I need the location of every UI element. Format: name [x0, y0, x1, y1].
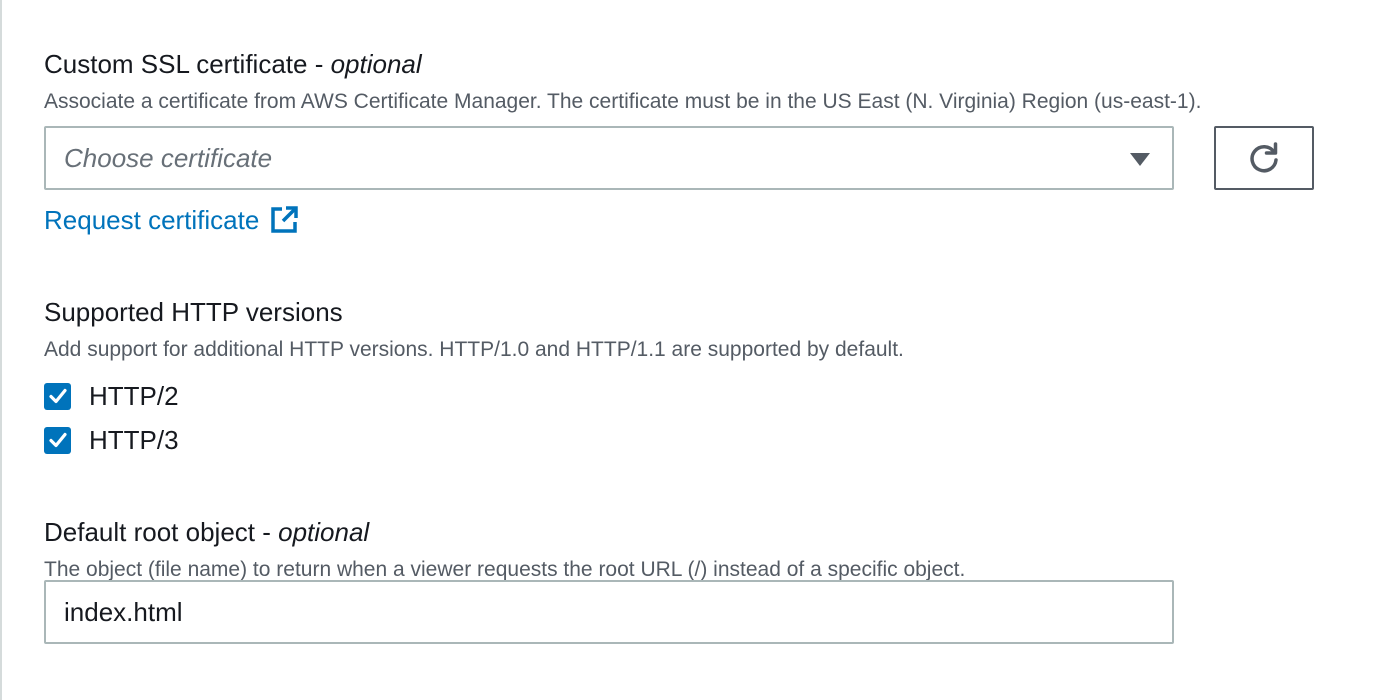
certificate-select-placeholder: Choose certificate [64, 143, 273, 173]
http-versions-description: Add support for additional HTTP versions… [44, 338, 904, 361]
ssl-certificate-section: Custom SSL certificate - optional Associ… [44, 48, 1314, 235]
certificate-select[interactable]: Choose certificate [44, 126, 1174, 190]
default-root-object-label: Default root object - optional [44, 516, 965, 548]
refresh-certificates-button[interactable] [1214, 126, 1314, 190]
caret-down-icon [1130, 153, 1150, 166]
default-root-object-input[interactable] [44, 580, 1174, 644]
http3-checkbox-row[interactable]: HTTP/3 [44, 424, 179, 456]
external-link-icon [271, 206, 299, 233]
http-versions-section: Supported HTTP versions Add support for … [44, 296, 904, 455]
http3-label: HTTP/3 [89, 425, 179, 455]
root-object-label-text: Default root object - [44, 517, 279, 547]
http2-checkbox[interactable] [44, 382, 71, 410]
request-certificate-label: Request certificate [44, 205, 260, 235]
http2-label: HTTP/2 [89, 381, 179, 411]
ssl-certificate-description: Associate a certificate from AWS Certifi… [44, 90, 1202, 113]
refresh-icon [1250, 142, 1278, 173]
ssl-optional-text: optional [330, 49, 422, 79]
http2-checkbox-row[interactable]: HTTP/2 [44, 380, 179, 412]
default-root-object-section: Default root object - optional The objec… [44, 516, 1174, 644]
ssl-label-text: Custom SSL certificate - [44, 49, 331, 79]
distribution-settings-panel: Custom SSL certificate - optional Associ… [0, 0, 1400, 700]
root-object-optional-text: optional [278, 517, 370, 547]
checkmark-icon [48, 432, 67, 448]
checkmark-icon [48, 388, 67, 404]
ssl-certificate-label: Custom SSL certificate - optional [44, 48, 1201, 80]
http3-checkbox[interactable] [44, 426, 71, 454]
http-versions-label: Supported HTTP versions [44, 297, 343, 327]
request-certificate-link[interactable]: Request certificate [44, 204, 299, 236]
